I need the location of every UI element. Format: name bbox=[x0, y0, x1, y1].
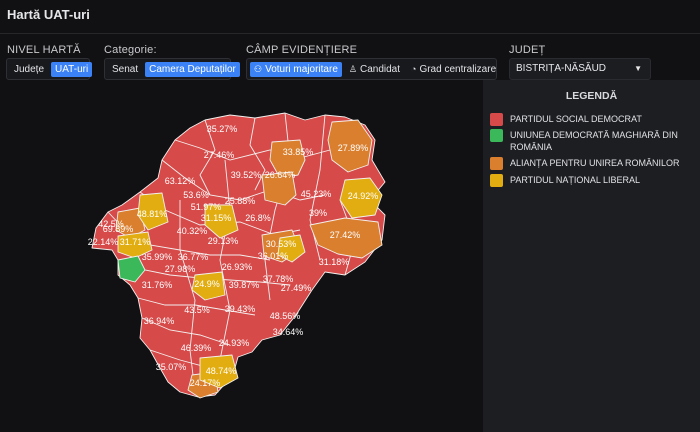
app-header: Hartă UAT-uri bbox=[0, 0, 700, 34]
level-label: NIVEL HARTĂ bbox=[7, 44, 81, 56]
map-value-label: 27.46% bbox=[204, 150, 235, 160]
field-option-centralization-label: Grad centralizare bbox=[419, 63, 497, 75]
map-value-label: 31.15% bbox=[201, 213, 232, 223]
map-value-label: 24.17% bbox=[190, 378, 221, 388]
field-toggle: ⚇ Voturi majoritare ♙ Candidat ◔ Grad ce… bbox=[246, 58, 497, 80]
map-value-label: 43.5% bbox=[184, 305, 210, 315]
level-option-judete[interactable]: Județe bbox=[10, 62, 48, 77]
legend-title: LEGENDĂ bbox=[565, 90, 618, 102]
chevron-down-icon: ▼ bbox=[634, 64, 642, 73]
map-value-label: 53.6% bbox=[183, 190, 209, 200]
legend-label-psd: PARTIDUL SOCIAL DEMOCRAT bbox=[510, 114, 642, 124]
map-value-label: 25.88% bbox=[225, 196, 256, 206]
map-value-label: 36.01% bbox=[258, 251, 289, 261]
map-value-label: 48.81% bbox=[137, 209, 168, 219]
network-icon: ⚇ bbox=[254, 63, 263, 74]
map-value-label: 48.56% bbox=[270, 311, 301, 321]
map-value-label: 31.18% bbox=[319, 257, 350, 267]
legend-item-udmr: UNIUNEA DEMOCRATĂ MAGHIARĂ DIN ROMÂNIA bbox=[490, 129, 695, 153]
category-option-senat[interactable]: Senat bbox=[108, 62, 142, 77]
map-value-label: 35.99% bbox=[142, 252, 173, 262]
map-value-label: 26.64% bbox=[265, 170, 296, 180]
map-value-label: 39.87% bbox=[229, 280, 260, 290]
legend-label-pnl: PARTIDUL NAȚIONAL LIBERAL bbox=[510, 175, 641, 185]
map-value-label: 30.53% bbox=[266, 239, 297, 249]
legend-item-aur: ALIANȚA PENTRU UNIREA ROMÂNILOR bbox=[490, 157, 695, 170]
legend-item-pnl: PARTIDUL NAȚIONAL LIBERAL bbox=[490, 174, 695, 187]
map-value-label: 35.07% bbox=[156, 362, 187, 372]
gauge-icon: ◔ bbox=[411, 63, 417, 74]
map-value-label: 22.14% bbox=[88, 237, 119, 247]
legend-label-udmr: UNIUNEA DEMOCRATĂ MAGHIARĂ DIN ROMÂNIA bbox=[510, 130, 678, 152]
legend-label-aur: ALIANȚA PENTRU UNIREA ROMÂNILOR bbox=[510, 158, 680, 168]
map-value-label: 48.74% bbox=[206, 366, 237, 376]
map-value-label: 39.43% bbox=[225, 304, 256, 314]
field-option-candidate-label: Candidat bbox=[359, 63, 400, 75]
map-value-label: 35.27% bbox=[207, 124, 238, 134]
map-value-label: 69.89% bbox=[103, 224, 134, 234]
level-toggle: Județe UAT-uri bbox=[6, 58, 93, 80]
legend-swatch-pnl bbox=[490, 174, 503, 187]
map-value-label: 26.8% bbox=[245, 213, 271, 223]
map-value-label: 51.97% bbox=[191, 202, 222, 212]
uat-map: 35.27% 27.46% 33.85% 27.89% 39.52% 26.64% 63.1… bbox=[88, 112, 386, 399]
field-label: CÂMP EVIDENȚIERE bbox=[246, 44, 358, 56]
map-value-label: 27.98% bbox=[165, 264, 196, 274]
map-value-label: 45.23% bbox=[301, 189, 332, 199]
legend-item-psd: PARTIDUL SOCIAL DEMOCRAT bbox=[490, 113, 695, 126]
map-value-label: 26.93% bbox=[222, 262, 253, 272]
map-value-label: 29.13% bbox=[208, 236, 239, 246]
county-label: JUDEȚ bbox=[509, 44, 546, 56]
field-option-candidate[interactable]: ♙ Candidat bbox=[345, 62, 404, 77]
map-value-label: 39.52% bbox=[231, 170, 262, 180]
map-value-label: 24.93% bbox=[219, 338, 250, 348]
map-value-label: 24.9% bbox=[194, 279, 220, 289]
map-value-label: 27.49% bbox=[281, 283, 312, 293]
county-select[interactable]: BISTRIȚA-NĂSĂUD ▼ bbox=[509, 58, 651, 80]
map-value-label: 34.64% bbox=[273, 327, 304, 337]
legend-swatch-udmr bbox=[490, 129, 503, 142]
map-value-label: 27.89% bbox=[338, 143, 369, 153]
map-value-label: 63.12% bbox=[165, 176, 196, 186]
map-value-label: 33.85% bbox=[283, 147, 314, 157]
legend-swatch-aur bbox=[490, 157, 503, 170]
map-value-label: 31.71% bbox=[120, 237, 151, 247]
map-value-label: 36.77% bbox=[178, 252, 209, 262]
category-label: Categorie: bbox=[104, 44, 157, 56]
map-value-label: 39% bbox=[309, 208, 327, 218]
map-value-label: 46.39% bbox=[181, 343, 212, 353]
map-value-label: 40.32% bbox=[177, 226, 208, 236]
level-option-uat[interactable]: UAT-uri bbox=[51, 61, 93, 77]
map-value-label: 31.76% bbox=[142, 280, 173, 290]
map-value-label: 27.42% bbox=[330, 230, 361, 240]
legend-swatch-psd bbox=[490, 113, 503, 126]
field-option-majority-label: Voturi majoritare bbox=[265, 63, 338, 75]
category-option-camera[interactable]: Camera Deputaților bbox=[145, 61, 240, 77]
category-toggle: Senat Camera Deputaților bbox=[104, 58, 240, 80]
legend-panel: LEGENDĂ PARTIDUL SOCIAL DEMOCRAT UNIUNEA… bbox=[483, 80, 700, 432]
field-option-centralization[interactable]: ◔ Grad centralizare bbox=[407, 62, 500, 77]
field-option-majority[interactable]: ⚇ Voturi majoritare bbox=[250, 61, 342, 77]
county-select-value: BISTRIȚA-NĂSĂUD bbox=[516, 63, 607, 74]
page-title: Hartă UAT-uri bbox=[7, 7, 90, 22]
person-icon: ♙ bbox=[348, 63, 357, 74]
map-value-label: 36.94% bbox=[144, 316, 175, 326]
map-value-label: 24.92% bbox=[348, 191, 379, 201]
